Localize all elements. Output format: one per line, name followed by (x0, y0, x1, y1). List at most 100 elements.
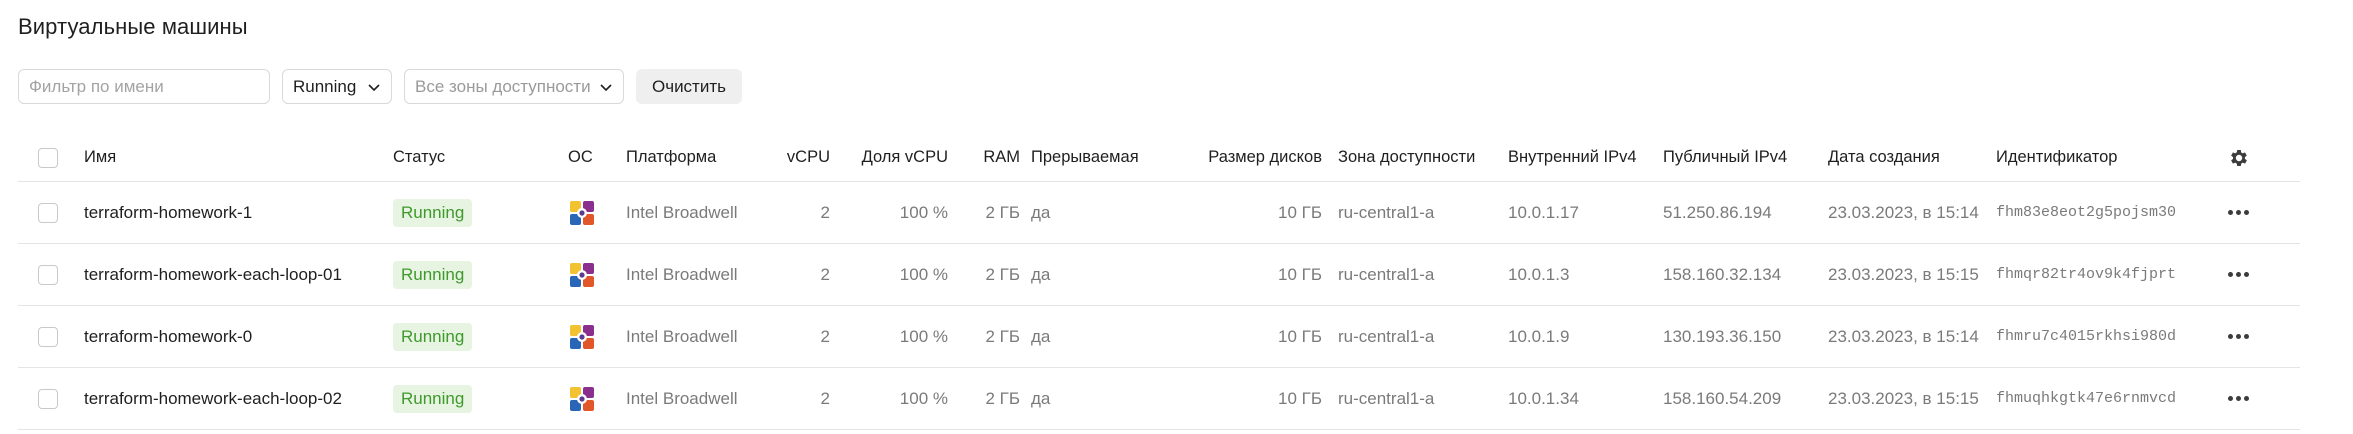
vm-id: fhm83e8eot2g5pojsm30 (1996, 204, 2177, 221)
table-row[interactable]: terraform-homework-each-loop-02 Running … (18, 368, 2300, 430)
row-actions (2228, 244, 2249, 305)
col-zone[interactable]: Зона доступности (1338, 134, 1475, 181)
col-vcpu-share[interactable]: Доля vCPU (838, 134, 948, 181)
col-os[interactable]: ОС (568, 134, 593, 181)
platform: Intel Broadwell (626, 388, 738, 408)
disk-size: 10 ГБ (1278, 326, 1322, 346)
linux-os-icon (570, 262, 594, 287)
col-vcpu[interactable]: vCPU (738, 134, 830, 181)
os-cell (567, 306, 597, 367)
col-name[interactable]: Имя (84, 134, 116, 181)
vm-name[interactable]: terraform-homework-each-loop-01 (84, 244, 342, 305)
vcpu-share: 100 % (899, 264, 948, 284)
vm-name[interactable]: terraform-homework-0 (84, 306, 252, 367)
public-ip: 158.160.32.134 (1663, 264, 1782, 284)
select-all-checkbox[interactable] (38, 147, 58, 168)
preemptible: да (1031, 202, 1051, 222)
vcpu: 2 (820, 202, 830, 222)
name-filter-field[interactable] (18, 69, 270, 104)
vm-name[interactable]: terraform-homework-1 (84, 182, 252, 243)
table-row[interactable]: terraform-homework-0 Running Intel Broad… (18, 306, 2300, 368)
col-internal-ip[interactable]: Внутренний IPv4 (1508, 134, 1637, 181)
vm-id: fhmru7c4015rkhsi980d (1996, 328, 2177, 345)
col-public-ip[interactable]: Публичный IPv4 (1663, 134, 1787, 181)
linux-os-icon (570, 386, 594, 411)
created-date: 23.03.2023, в 15:14 (1828, 326, 1979, 346)
filter-bar: Running Все зоны доступности Очистить (18, 69, 742, 104)
created-date: 23.03.2023, в 15:15 (1828, 388, 1979, 408)
table-row[interactable]: terraform-homework-each-loop-01 Running … (18, 244, 2300, 306)
disk-size: 10 ГБ (1278, 388, 1322, 408)
ram: 2 ГБ (985, 326, 1020, 346)
vm-id: fhmqr82tr4ov9k4fjprt (1996, 266, 2177, 283)
vm-list-page: Виртуальные машины Running Все зоны дост… (0, 0, 2353, 434)
select-all-cell (38, 134, 58, 181)
col-id[interactable]: Идентификатор (1996, 134, 2117, 181)
more-actions-icon[interactable] (2228, 334, 2249, 339)
ram: 2 ГБ (985, 264, 1020, 284)
disk-size: 10 ГБ (1278, 264, 1322, 284)
row-checkbox[interactable] (38, 326, 58, 347)
os-cell (567, 244, 597, 305)
linux-os-icon (570, 200, 594, 225)
public-ip: 130.193.36.150 (1663, 326, 1782, 346)
col-disk-size[interactable]: Размер дисков (1168, 134, 1322, 181)
zone: ru-central1-a (1338, 264, 1435, 284)
os-cell (567, 368, 597, 429)
internal-ip: 10.0.1.9 (1508, 326, 1570, 346)
os-cell (567, 182, 597, 243)
status-badge: Running (393, 322, 473, 351)
row-checkbox[interactable] (38, 202, 58, 223)
table-header: Имя Статус ОС Платформа vCPU Доля vCPU R… (18, 134, 2300, 182)
more-actions-icon[interactable] (2228, 210, 2249, 215)
platform: Intel Broadwell (626, 264, 738, 284)
row-actions (2228, 306, 2249, 367)
col-created[interactable]: Дата создания (1828, 134, 1940, 181)
vm-name[interactable]: terraform-homework-each-loop-02 (84, 368, 342, 429)
name-filter-input[interactable] (29, 76, 259, 97)
clear-filters-button[interactable]: Очистить (636, 69, 742, 104)
public-ip: 51.250.86.194 (1663, 202, 1772, 222)
zone: ru-central1-a (1338, 388, 1435, 408)
row-checkbox[interactable] (38, 264, 58, 285)
status-cell: Running (393, 368, 473, 429)
vcpu-share: 100 % (899, 388, 948, 408)
gear-icon[interactable] (2228, 147, 2250, 169)
row-select-cell (38, 306, 58, 367)
vcpu: 2 (820, 264, 830, 284)
platform: Intel Broadwell (626, 202, 738, 222)
zones-select-placeholder: Все зоны доступности (415, 76, 591, 96)
col-status[interactable]: Статус (393, 134, 445, 181)
table-settings-cell (2228, 134, 2250, 181)
chevron-down-icon (600, 83, 612, 91)
col-preemptible[interactable]: Прерываемая (1031, 134, 1139, 181)
vcpu-share: 100 % (899, 326, 948, 346)
vcpu: 2 (820, 326, 830, 346)
zones-select[interactable]: Все зоны доступности (404, 69, 624, 104)
more-actions-icon[interactable] (2228, 396, 2249, 401)
row-actions (2228, 182, 2249, 243)
col-platform[interactable]: Платформа (626, 134, 716, 181)
status-select[interactable]: Running (282, 69, 392, 104)
created-date: 23.03.2023, в 15:14 (1828, 202, 1979, 222)
internal-ip: 10.0.1.17 (1508, 202, 1579, 222)
status-cell: Running (393, 182, 473, 243)
vm-id: fhmuqhkgtk47e6rnmvcd (1996, 390, 2177, 407)
created-date: 23.03.2023, в 15:15 (1828, 264, 1979, 284)
table-row[interactable]: terraform-homework-1 Running Intel Broad… (18, 182, 2300, 244)
preemptible: да (1031, 326, 1051, 346)
row-checkbox[interactable] (38, 388, 58, 409)
status-badge: Running (393, 198, 473, 227)
more-actions-icon[interactable] (2228, 272, 2249, 277)
vcpu: 2 (820, 388, 830, 408)
preemptible: да (1031, 264, 1051, 284)
ram: 2 ГБ (985, 202, 1020, 222)
preemptible: да (1031, 388, 1051, 408)
chevron-down-icon (368, 83, 380, 91)
row-select-cell (38, 244, 58, 305)
row-actions (2228, 368, 2249, 429)
status-select-value: Running (293, 76, 357, 96)
status-cell: Running (393, 244, 473, 305)
zone: ru-central1-a (1338, 202, 1435, 222)
col-ram[interactable]: RAM (958, 134, 1020, 181)
